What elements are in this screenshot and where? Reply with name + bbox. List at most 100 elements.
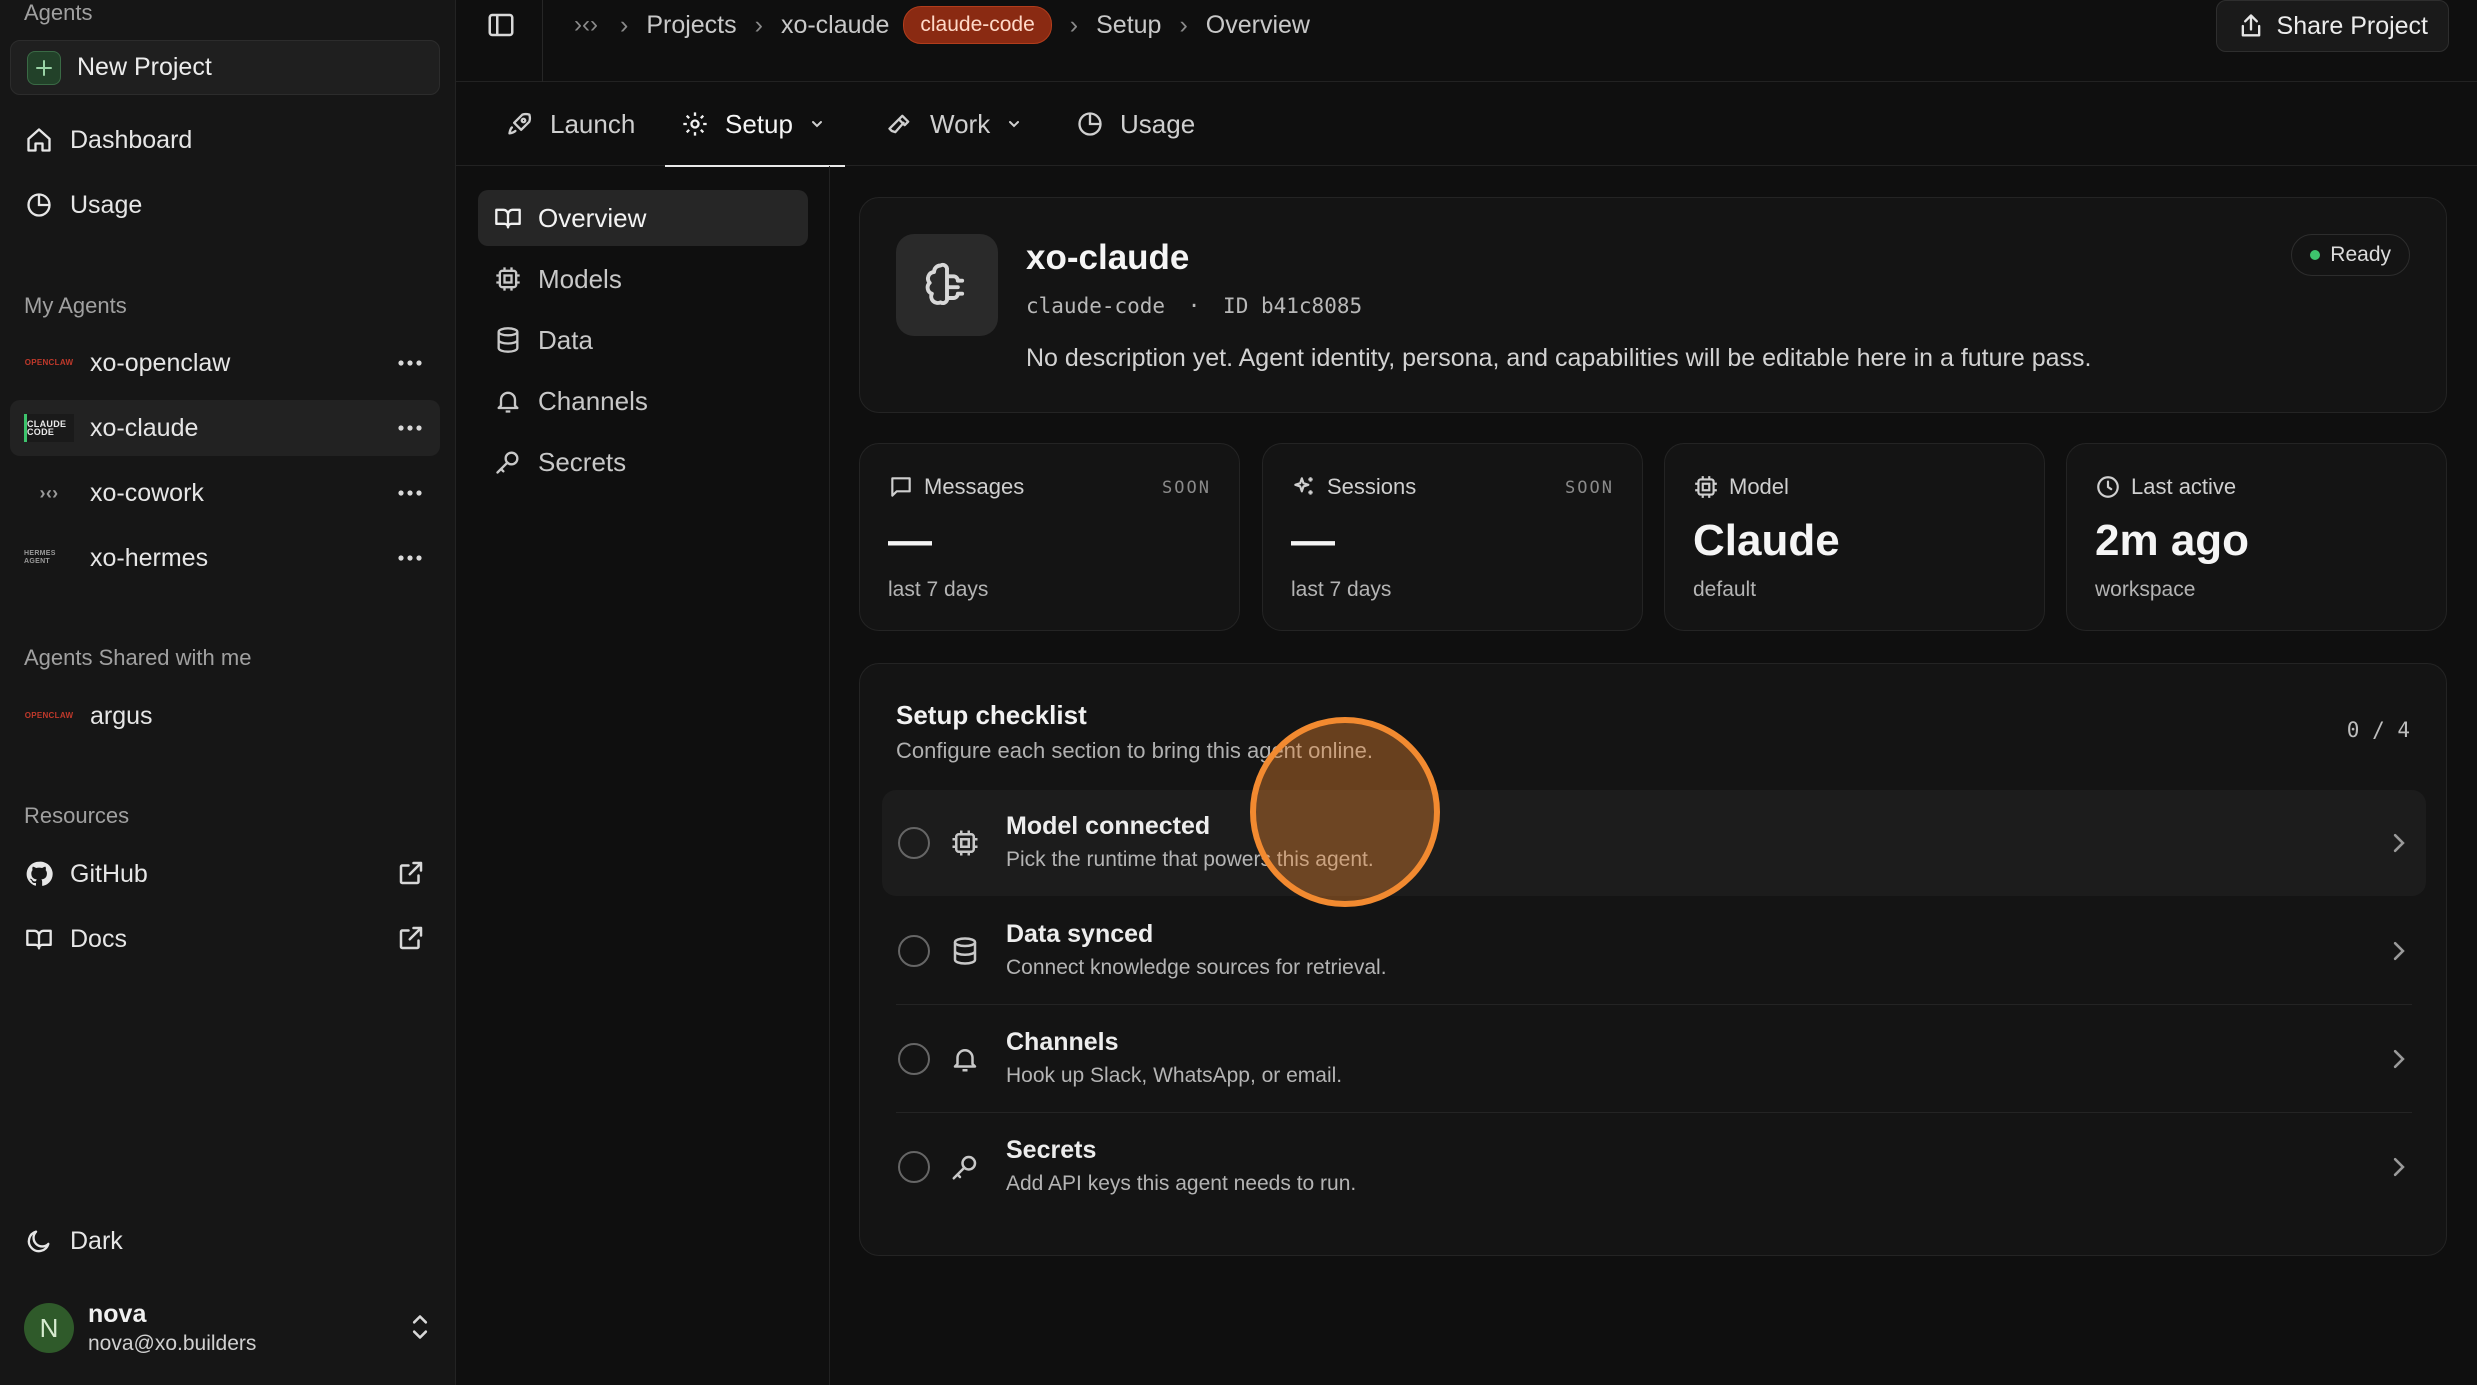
subnav-item-overview[interactable]: Overview: [478, 190, 808, 246]
checklist-radio[interactable]: [898, 827, 930, 859]
stat-header: Last active: [2095, 474, 2236, 500]
github-icon: [24, 859, 54, 889]
subnav-label: Secrets: [538, 446, 627, 477]
subnav-label: Models: [538, 263, 622, 294]
checklist-item-title: Channels: [1006, 1028, 1119, 1056]
tab-launch[interactable]: Launch: [506, 82, 635, 166]
checklist-radio[interactable]: [898, 1043, 930, 1075]
more-options-icon[interactable]: [394, 477, 426, 509]
subnav-item-secrets[interactable]: Secrets: [478, 434, 808, 490]
agent-name: xo-hermes: [90, 543, 209, 572]
sidebar-agent-xo-claude[interactable]: CLAUDE CODE xo-claude: [10, 400, 440, 456]
checklist-item-model[interactable]: Model connected Pick the runtime that po…: [882, 790, 2426, 896]
agents-section-label: Agents: [24, 0, 93, 25]
sidebar-item-dashboard[interactable]: Dashboard: [10, 112, 440, 168]
user-name: nova: [88, 1300, 147, 1328]
tab-setup[interactable]: Setup: [665, 82, 845, 167]
chevron-right-icon: [2388, 938, 2410, 964]
setup-subnav: Overview Models Data Channels Secrets: [456, 166, 830, 1385]
stat-label: Last active: [2131, 474, 2237, 499]
chevron-right-icon: ›: [1069, 10, 1079, 39]
more-options-icon[interactable]: [394, 412, 426, 444]
stat-card-sessions: Sessions SOON — last 7 days: [1262, 443, 1643, 631]
subnav-item-channels[interactable]: Channels: [478, 373, 808, 429]
moon-icon: [24, 1226, 54, 1256]
sparkles-icon: [1291, 474, 1317, 500]
cpu-icon: [494, 265, 522, 293]
agent-type-pill: claude-code: [903, 6, 1052, 44]
tab-label: Work: [930, 108, 991, 139]
pie-chart-icon: [24, 190, 54, 220]
tab-work[interactable]: Work: [886, 82, 1022, 166]
primary-tabs: Launch Setup Work Usage: [456, 82, 2477, 167]
theme-toggle[interactable]: Dark: [10, 1213, 440, 1269]
cpu-icon: [950, 828, 980, 858]
book-open-icon: [494, 204, 522, 232]
breadcrumb-project[interactable]: xo-claude: [781, 11, 889, 40]
openclaw-logo-icon: OPENCLAW: [24, 711, 74, 720]
chevron-down-icon: [809, 116, 825, 132]
sidebar-agent-xo-hermes[interactable]: HERMES AGENT xo-hermes: [10, 530, 440, 586]
agent-title: xo-claude: [1026, 238, 1190, 277]
checklist-radio[interactable]: [898, 1151, 930, 1183]
stat-value: —: [888, 516, 932, 565]
user-menu[interactable]: N nova nova@xo.builders: [24, 1298, 434, 1358]
cursor-highlight: [1250, 717, 1440, 907]
sidebar-agent-xo-cowork[interactable]: ›‹› xo-cowork: [10, 465, 440, 521]
tab-usage[interactable]: Usage: [1076, 82, 1195, 166]
new-project-button[interactable]: New Project: [10, 40, 440, 95]
external-link-icon: [396, 858, 426, 888]
agent-description: No description yet. Agent identity, pers…: [1026, 344, 2092, 372]
stat-header: Sessions: [1291, 474, 1416, 500]
checklist-item-data[interactable]: Data synced Connect knowledge sources fo…: [882, 898, 2426, 1004]
sidebar-item-github[interactable]: GitHub: [10, 846, 440, 902]
checklist-item-channels[interactable]: Channels Hook up Slack, WhatsApp, or ema…: [882, 1006, 2426, 1112]
stat-label: Sessions: [1327, 474, 1417, 499]
sidebar-item-usage[interactable]: Usage: [10, 177, 440, 233]
stat-value: —: [1291, 516, 1335, 565]
sidebar-item-label: Usage: [70, 190, 143, 219]
more-options-icon[interactable]: [394, 542, 426, 574]
sidebar-item-docs[interactable]: Docs: [10, 911, 440, 967]
breadcrumb: ›‹› › Projects › xo-claude claude-code ›…: [574, 0, 1310, 50]
database-icon: [950, 936, 980, 966]
row-divider: [896, 1004, 2412, 1005]
stat-card-messages: Messages SOON — last 7 days: [859, 443, 1240, 631]
brain-icon: [896, 234, 998, 336]
setup-checklist-card: Setup checklist Configure each section t…: [859, 663, 2447, 1256]
sidebar-agent-argus[interactable]: OPENCLAW argus: [10, 688, 440, 744]
external-link-icon: [396, 923, 426, 953]
tab-label: Usage: [1120, 108, 1196, 139]
sidebar-agent-xo-openclaw[interactable]: OPENCLAW xo-openclaw: [10, 335, 440, 391]
agent-meta: claude-code · ID b41c8085: [1026, 294, 1362, 318]
resources-section-label: Resources: [24, 803, 130, 828]
stat-card-model: Model Claude default: [1664, 443, 2045, 631]
subnav-item-models[interactable]: Models: [478, 251, 808, 307]
breadcrumb-projects[interactable]: Projects: [646, 11, 736, 40]
share-project-button[interactable]: Share Project: [2215, 0, 2449, 52]
share-project-label: Share Project: [2276, 11, 2428, 40]
sidebar-item-label: Dashboard: [70, 125, 193, 154]
checklist-radio[interactable]: [898, 935, 930, 967]
subnav-label: Data: [538, 324, 593, 355]
subnav-item-data[interactable]: Data: [478, 312, 808, 368]
checklist-item-secrets[interactable]: Secrets Add API keys this agent needs to…: [882, 1114, 2426, 1220]
claude-code-logo-icon: CLAUDE CODE: [24, 414, 74, 442]
chevron-right-icon: ›: [1179, 10, 1188, 39]
hermes-logo-icon: HERMES AGENT: [24, 550, 56, 565]
rocket-icon: [506, 110, 534, 138]
plus-icon: [27, 50, 61, 85]
checklist-title: Setup checklist: [896, 700, 1087, 730]
sidebar-item-label: GitHub: [70, 859, 148, 888]
stat-sub: workspace: [2095, 578, 2196, 601]
sidebar-toggle-icon[interactable]: [486, 10, 516, 40]
more-options-icon[interactable]: [394, 347, 426, 379]
breadcrumb-setup[interactable]: Setup: [1096, 11, 1161, 40]
agent-summary-card: xo-claude claude-code · ID b41c8085 No d…: [859, 197, 2447, 413]
subnav-label: Channels: [538, 385, 648, 416]
status-label: Ready: [2330, 243, 2391, 266]
checklist-item-desc: Hook up Slack, WhatsApp, or email.: [1006, 1064, 1343, 1087]
bell-icon: [950, 1044, 980, 1074]
stat-value: 2m ago: [2095, 516, 2250, 565]
chevron-up-down-icon: [406, 1310, 434, 1344]
